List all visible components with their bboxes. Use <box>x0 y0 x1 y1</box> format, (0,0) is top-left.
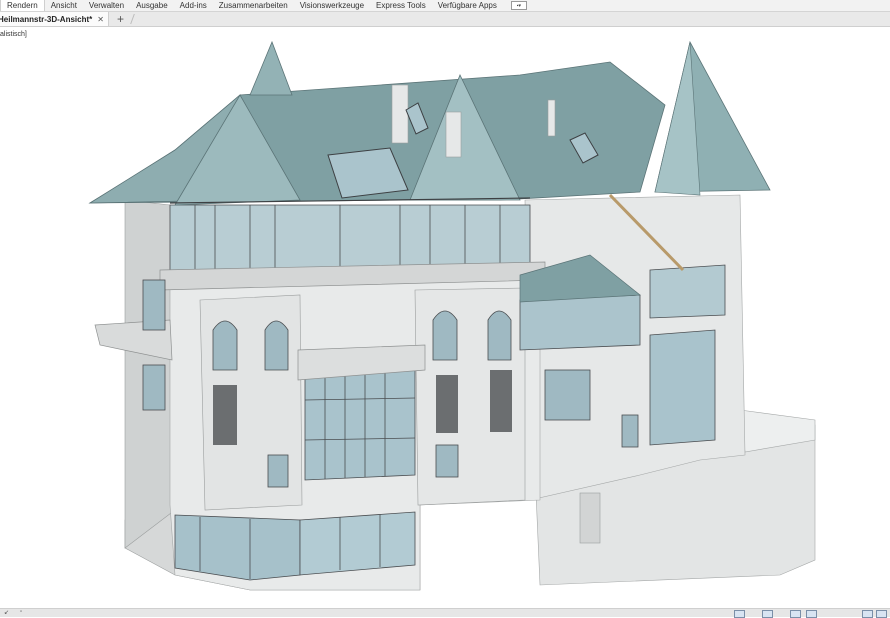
right-upper-glazing <box>649 264 726 319</box>
ribbon-tab-bar: Rendern Ansicht Verwalten Ausgabe Add-in… <box>0 0 890 12</box>
right-stair-glazing <box>649 329 716 446</box>
chimney-right <box>547 99 556 137</box>
tab-express-tools[interactable]: Express Tools <box>370 0 432 11</box>
stair-glass-wall <box>304 367 416 481</box>
right-oriel-glazing <box>519 294 641 351</box>
tab-add-ins[interactable]: Add-ins <box>174 0 213 11</box>
ground-floor-glazing <box>174 514 301 581</box>
add-tab-icon[interactable]: + <box>117 13 124 25</box>
tab-verfuegbare-apps[interactable]: Verfügbare Apps <box>432 0 503 11</box>
tab-divider <box>130 14 135 24</box>
workspace-icon[interactable] <box>862 610 873 618</box>
chimney-center <box>445 111 462 158</box>
document-tab[interactable]: Heilmannstr-3D-Ansicht* ✕ <box>0 12 109 26</box>
close-icon[interactable]: ✕ <box>97 15 104 24</box>
tab-visionswerkzeuge[interactable]: Visionswerkzeuge <box>294 0 370 11</box>
document-tab-bar: Heilmannstr-3D-Ansicht* ✕ + <box>0 12 890 27</box>
house-model <box>88 40 816 591</box>
chimney-left <box>391 84 409 144</box>
status-arrow-icon[interactable]: ↙ <box>4 609 9 616</box>
tab-verwalten[interactable]: Verwalten <box>83 0 130 11</box>
tab-ausgabe[interactable]: Ausgabe <box>130 0 174 11</box>
door-right <box>579 492 601 544</box>
model-space-icon[interactable] <box>734 610 745 618</box>
grid-display-icon[interactable] <box>790 610 801 618</box>
fullscreen-icon[interactable] <box>876 610 887 618</box>
status-grid-icon[interactable]: ▫ <box>20 609 22 615</box>
3d-model-viewport[interactable] <box>0 27 890 609</box>
layout-icon[interactable] <box>762 610 773 618</box>
dropdown-menu-icon[interactable]: ▪▾ <box>510 1 527 10</box>
ground-floor-glazing-2 <box>299 511 416 576</box>
left-spire <box>249 40 293 96</box>
tab-zusammenarbeiten[interactable]: Zusammenarbeiten <box>213 0 294 11</box>
tab-rendern[interactable]: Rendern <box>0 0 45 11</box>
tab-ansicht[interactable]: Ansicht <box>45 0 83 11</box>
document-tab-title: Heilmannstr-3D-Ansicht* <box>0 14 93 24</box>
snap-mode-icon[interactable] <box>806 610 817 618</box>
